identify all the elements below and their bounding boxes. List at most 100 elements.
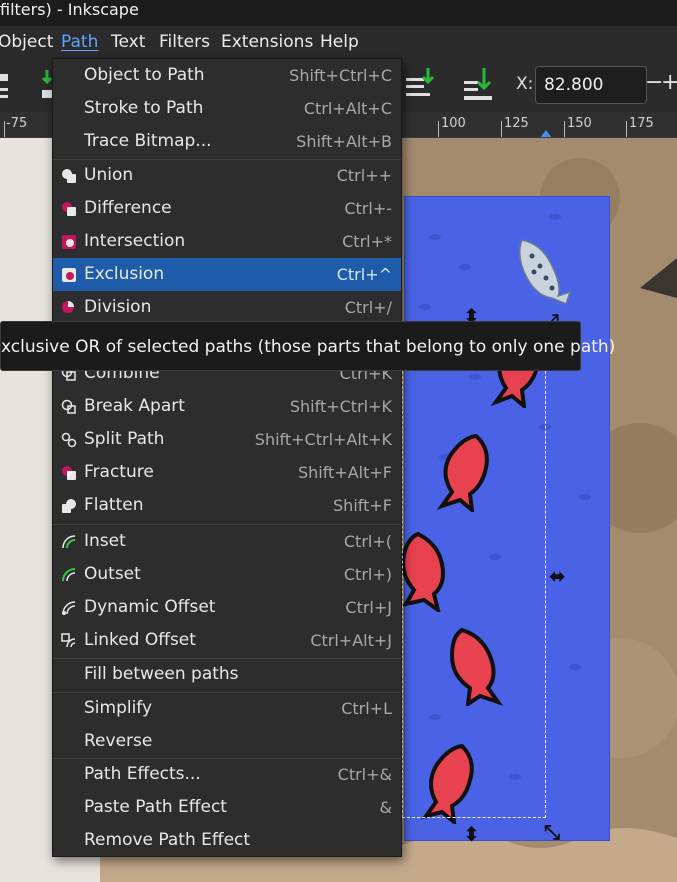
menu-extensions[interactable]: Extensions: [221, 26, 313, 58]
menu-item-object-to-path[interactable]: Object to Path Shift+Ctrl+C: [53, 59, 401, 92]
menu-item-shortcut: Shift+Ctrl+C: [289, 66, 392, 85]
ruler-tick-label: 100: [441, 116, 466, 131]
menu-item-shortcut: Ctrl+^: [336, 265, 392, 284]
menu-item-shortcut: Ctrl+Alt+J: [310, 631, 392, 650]
menu-item-label: Fill between paths: [84, 664, 239, 684]
menu-object[interactable]: Object: [0, 26, 53, 58]
menu-item-shortcut: Shift+F: [333, 496, 392, 515]
selection-bounding-box: [402, 326, 546, 818]
menu-item-shortcut: Ctrl+): [343, 565, 392, 584]
patterned-fish-shape[interactable]: [512, 236, 574, 312]
scale-handle-bottom[interactable]: ⬍: [463, 822, 480, 846]
menu-item-label: Union: [84, 165, 134, 185]
menu-item-label: Paste Path Effect: [84, 797, 227, 817]
union-icon: [62, 169, 76, 183]
menu-item-break-apart[interactable]: Break Apart Shift+Ctrl+K: [53, 390, 401, 423]
menu-item-flatten[interactable]: Flatten Shift+F: [53, 489, 401, 522]
x-increment-button[interactable]: +: [661, 70, 677, 95]
menu-help[interactable]: Help: [320, 26, 359, 58]
menu-text[interactable]: Text: [111, 26, 145, 58]
menu-item-label: Simplify: [84, 698, 153, 718]
ruler-mark: [564, 121, 565, 137]
menu-item-label: Remove Path Effect: [84, 830, 251, 850]
menu-item-label: Stroke to Path: [84, 98, 204, 118]
menu-item-label: Dynamic Offset: [84, 597, 216, 617]
scale-handle-right[interactable]: ⬌: [549, 564, 566, 588]
menu-item-shortcut: Ctrl++: [336, 166, 392, 185]
menu-item-label: Split Path: [84, 429, 165, 449]
lower-to-bottom-icon[interactable]: [404, 66, 436, 102]
menu-item-shortcut: &: [379, 798, 392, 817]
lower-icon[interactable]: [462, 66, 496, 104]
menu-item-label: Linked Offset: [84, 630, 196, 650]
menu-item-label: Reverse: [84, 731, 153, 751]
flatten-icon: [62, 499, 76, 513]
menu-item-remove-path-effect[interactable]: Remove Path Effect: [53, 824, 401, 857]
division-icon: [62, 301, 74, 313]
menu-item-shortcut: Ctrl+/: [344, 298, 392, 317]
menu-item-shortcut: Ctrl+J: [345, 598, 392, 617]
ruler-mark: [4, 121, 5, 137]
x-coordinate-label: X:: [516, 74, 534, 94]
path-menu-dropdown: Object to Path Shift+Ctrl+C Stroke to Pa…: [52, 58, 402, 857]
ruler-mark: [438, 121, 439, 137]
ruler-tick-label: 175: [629, 116, 654, 131]
menu-item-dynamic-offset[interactable]: Dynamic Offset Ctrl+J: [53, 591, 401, 624]
ruler-mark: [626, 121, 627, 137]
split-path-icon: [61, 432, 77, 448]
menu-item-label: Difference: [84, 198, 172, 218]
menu-item-shortcut: Shift+Ctrl+Alt+K: [254, 430, 392, 449]
menu-item-linked-offset[interactable]: Linked Offset Ctrl+Alt+J: [53, 624, 401, 657]
exclusion-icon: [62, 268, 76, 282]
x-coordinate-input[interactable]: 82.800: [535, 66, 647, 104]
ruler-tick-label: -75: [6, 116, 28, 131]
menu-item-stroke-to-path[interactable]: Stroke to Path Ctrl+Alt+C: [53, 92, 401, 125]
ruler-mark: [501, 121, 502, 137]
menu-item-fracture[interactable]: Fracture Shift+Alt+F: [53, 456, 401, 489]
menu-filters[interactable]: Filters: [159, 26, 210, 58]
menu-item-split-path[interactable]: Split Path Shift+Ctrl+Alt+K: [53, 423, 401, 456]
menu-item-path-effects[interactable]: Path Effects... Ctrl+&: [53, 758, 401, 791]
menu-item-fill-between-paths[interactable]: Fill between paths: [53, 658, 401, 691]
ruler-position-marker-icon: [540, 130, 552, 137]
difference-icon: [62, 202, 76, 216]
scale-handle-bottom-right[interactable]: ⤡: [544, 820, 560, 844]
menu-item-label: Division: [84, 297, 152, 317]
fracture-icon: [62, 466, 76, 480]
menu-item-outset[interactable]: Outset Ctrl+): [53, 558, 401, 591]
menu-item-shortcut: Shift+Alt+B: [296, 132, 392, 151]
menu-item-label: Flatten: [84, 495, 144, 515]
menu-item-paste-path-effect[interactable]: Paste Path Effect &: [53, 791, 401, 824]
menu-item-difference[interactable]: Difference Ctrl+-: [53, 192, 401, 225]
menu-item-shortcut: Shift+Alt+F: [297, 463, 392, 482]
menu-item-intersection[interactable]: Intersection Ctrl+*: [53, 225, 401, 258]
menu-item-label: Inset: [84, 531, 126, 551]
menu-item-exclusion[interactable]: Exclusion Ctrl+^: [53, 258, 401, 291]
menu-path[interactable]: Path: [61, 26, 98, 58]
menu-item-division[interactable]: Division Ctrl+/: [53, 291, 401, 324]
menu-item-label: Fracture: [84, 462, 154, 482]
menu-item-label: Object to Path: [84, 65, 205, 85]
menu-item-shortcut: Ctrl+*: [342, 232, 392, 251]
menu-item-shortcut: Ctrl+&: [337, 765, 392, 784]
tooltip-text: xclusive OR of selected paths (those par…: [1, 337, 616, 357]
break-apart-icon: [61, 399, 76, 414]
menu-item-union[interactable]: Union Ctrl++: [53, 159, 401, 192]
menu-item-reverse[interactable]: Reverse: [53, 725, 401, 758]
linked-offset-icon: [61, 633, 76, 648]
menu-item-shortcut: Ctrl+(: [343, 532, 392, 551]
grip-icon: [0, 74, 8, 98]
ruler-tick-label: 150: [567, 116, 592, 131]
menu-item-trace-bitmap[interactable]: Trace Bitmap... Shift+Alt+B: [53, 125, 401, 158]
menu-item-inset[interactable]: Inset Ctrl+(: [53, 525, 401, 558]
title-bar: filters) - Inkscape: [0, 0, 677, 26]
dynamic-offset-icon: [62, 601, 76, 615]
ruler-tick-label: 125: [504, 116, 529, 131]
menu-item-label: Exclusion: [84, 264, 165, 284]
menu-bar: Object Path Text Filters Extensions Help: [0, 26, 677, 58]
menu-item-simplify[interactable]: Simplify Ctrl+L: [53, 692, 401, 725]
menu-item-shortcut: Ctrl+Alt+C: [303, 99, 392, 118]
tooltip: xclusive OR of selected paths (those par…: [0, 321, 615, 371]
outset-icon: [62, 568, 76, 582]
menu-item-label: Path Effects...: [84, 764, 201, 784]
